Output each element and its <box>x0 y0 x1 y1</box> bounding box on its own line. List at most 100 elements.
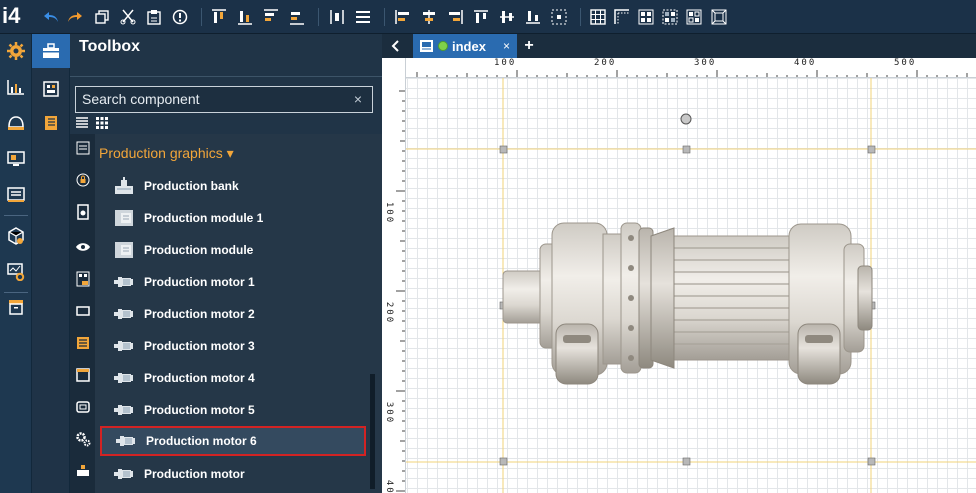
design-canvas[interactable] <box>406 78 976 493</box>
window-category-icon[interactable] <box>73 365 92 384</box>
list-item-label: Production motor 3 <box>144 339 255 353</box>
grid-view-icon[interactable] <box>95 116 109 130</box>
group-header[interactable]: Production graphics ▾ <box>99 145 234 162</box>
eye-category-icon[interactable] <box>73 237 92 256</box>
tab-index[interactable]: index × <box>413 34 517 58</box>
table-category-icon[interactable] <box>73 333 92 352</box>
distribute-v-icon[interactable] <box>354 8 372 26</box>
package-icon[interactable] <box>0 221 32 251</box>
list-category-icon[interactable] <box>73 138 92 157</box>
scrollbar[interactable] <box>370 374 375 489</box>
gears-category-icon[interactable] <box>73 429 92 448</box>
bank-icon <box>113 177 135 195</box>
align-right-icon[interactable] <box>446 8 464 26</box>
caret-down-icon: ▾ <box>226 145 234 161</box>
list-item[interactable]: Production bank <box>100 171 366 201</box>
list-item[interactable]: Production motor 1 <box>100 267 366 297</box>
motor-icon <box>113 401 135 419</box>
search-input[interactable]: Search component × <box>75 86 373 113</box>
top-align-icon[interactable] <box>472 8 490 26</box>
screen-icon <box>419 39 434 53</box>
horizontal-ruler: 100 200 300 400 500 <box>406 58 976 78</box>
helmet-icon[interactable] <box>0 108 32 138</box>
ruler-h-label: 500 <box>894 58 917 68</box>
app-logo: i4 <box>2 3 21 28</box>
bottom-align-icon[interactable] <box>524 8 542 26</box>
lock-category-icon[interactable] <box>73 170 92 189</box>
list-item[interactable]: Production motor 5 <box>100 395 366 425</box>
undo-icon[interactable] <box>42 8 60 26</box>
ruler-h-label: 200 <box>594 58 617 68</box>
vertical-center-icon[interactable] <box>498 8 516 26</box>
list-item[interactable]: Production module 1 <box>100 203 366 233</box>
clear-search-icon[interactable]: × <box>354 91 362 107</box>
grid-icon[interactable] <box>589 8 607 26</box>
add-tab-button[interactable]: + <box>518 34 540 58</box>
list-view-icon[interactable] <box>75 116 89 130</box>
monitor-gear-icon[interactable] <box>0 257 32 287</box>
align-top-icon[interactable] <box>210 8 228 26</box>
motor-icon <box>113 273 135 291</box>
ruler-h-label: 100 <box>494 58 517 68</box>
list-item-label: Production bank <box>144 179 239 193</box>
list-item-label: Production motor 4 <box>144 371 255 385</box>
motor-icon <box>113 369 135 387</box>
align-middle-icon[interactable] <box>262 8 280 26</box>
snap-icon[interactable] <box>613 8 631 26</box>
paste-icon[interactable] <box>145 8 163 26</box>
reports-icon[interactable] <box>0 180 32 210</box>
align-baseline-icon[interactable] <box>288 8 306 26</box>
list-item-label: Production motor 6 <box>146 434 257 448</box>
group-header-label: Production graphics <box>99 145 223 161</box>
motor-icon <box>113 337 135 355</box>
list-item[interactable]: Production motor 3 <box>100 331 366 361</box>
rectangle-category-icon[interactable] <box>73 301 92 320</box>
vertical-ruler: 100 200 300 400 <box>382 58 406 493</box>
redo-icon[interactable] <box>66 8 84 26</box>
notebook-icon[interactable] <box>32 106 70 140</box>
toolbox-icon[interactable] <box>32 34 70 68</box>
list-item-label: Production module 1 <box>144 211 264 225</box>
ungroup-icon[interactable] <box>661 8 679 26</box>
module-icon <box>113 209 135 227</box>
group-icon[interactable] <box>637 8 655 26</box>
component-list: Production graphics ▾ Production bank Pr… <box>95 134 382 493</box>
ruler-h-label: 400 <box>794 58 817 68</box>
ungroup-all-icon[interactable] <box>685 8 703 26</box>
fit-icon[interactable] <box>710 8 728 26</box>
list-item[interactable]: Production motor 4 <box>100 363 366 393</box>
pump-category-icon[interactable] <box>73 461 92 480</box>
list-item-label: Production motor 2 <box>144 307 255 321</box>
motor-icon <box>113 305 135 323</box>
archive-icon[interactable] <box>0 292 32 322</box>
distribute-h-icon[interactable] <box>328 8 346 26</box>
list-item[interactable]: Production motor <box>100 459 366 489</box>
screens-icon[interactable] <box>0 144 32 174</box>
list-item[interactable]: Production motor 2 <box>100 299 366 329</box>
motor-graphic[interactable] <box>406 78 976 493</box>
divider <box>70 76 382 77</box>
align-center-icon[interactable] <box>420 8 438 26</box>
cut-icon[interactable] <box>119 8 137 26</box>
align-bottom-icon[interactable] <box>236 8 254 26</box>
center-both-icon[interactable] <box>550 8 568 26</box>
search-placeholder: Search component <box>82 91 200 107</box>
media-category-icon[interactable] <box>73 269 92 288</box>
chart-icon[interactable] <box>0 72 32 102</box>
motor-icon <box>113 465 135 483</box>
chevron-left-icon[interactable] <box>384 34 408 58</box>
display-category-icon[interactable] <box>73 397 92 416</box>
tab-bar: index × + <box>382 34 976 58</box>
list-item[interactable]: Production module <box>100 235 366 265</box>
align-left-icon[interactable] <box>394 8 412 26</box>
components-icon[interactable] <box>32 72 70 106</box>
list-item-selected[interactable]: Production motor 6 <box>100 426 366 456</box>
panel-tabs <box>32 34 70 493</box>
motor-icon <box>115 432 137 450</box>
copy-icon[interactable] <box>93 8 111 26</box>
settings-icon[interactable] <box>0 36 32 66</box>
info-icon[interactable] <box>171 8 189 26</box>
machine-category-icon[interactable] <box>73 202 92 221</box>
close-tab-icon[interactable]: × <box>503 39 510 53</box>
list-item-label: Production motor <box>144 467 245 481</box>
